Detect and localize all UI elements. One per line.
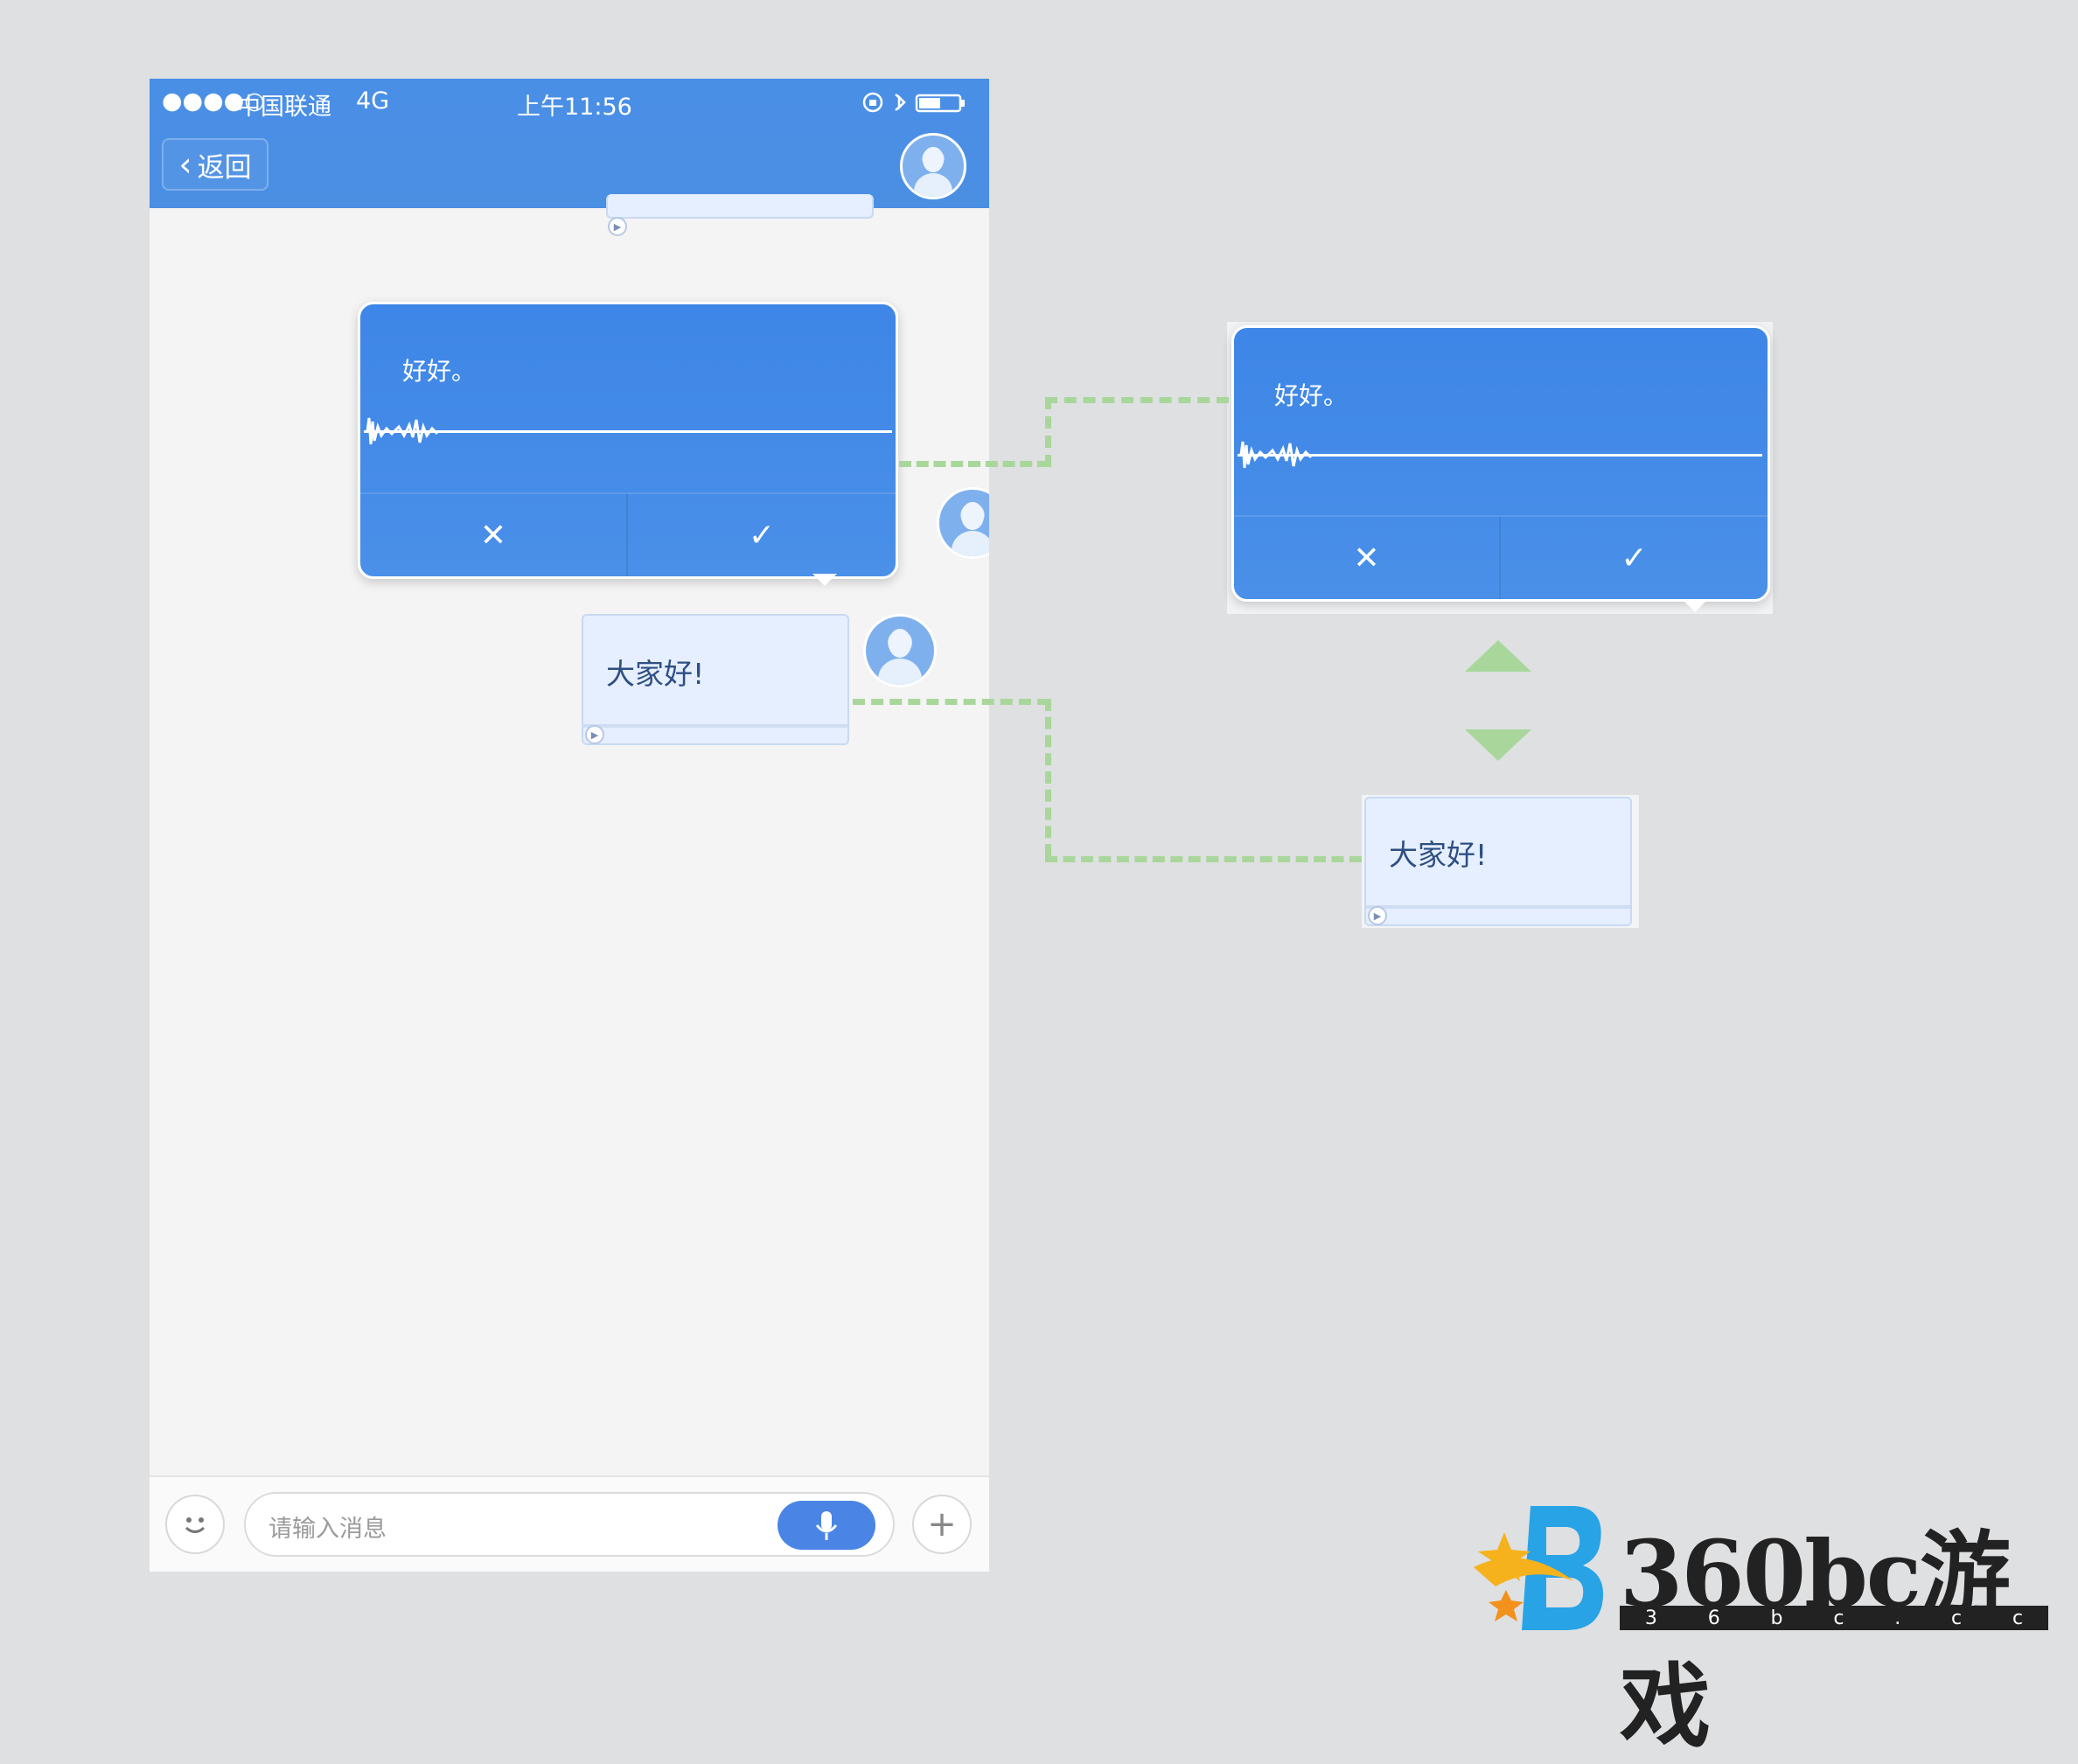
arrow-up-icon [1465,640,1531,672]
connector-line [899,461,1049,467]
confirm-button[interactable]: ✓ [628,494,896,576]
sender-avatar[interactable] [937,487,989,559]
voice-progress-bar [583,724,847,728]
connector-line [853,699,1049,705]
cancel-button[interactable]: ✕ [1234,517,1499,599]
play-icon[interactable]: ▶ [585,725,604,744]
message-bubble[interactable]: 大家好! ▶ [582,614,849,745]
battery-icon [915,94,965,113]
arrow-down-icon [1465,729,1531,761]
avatar-head-shape [923,146,944,172]
play-icon[interactable]: ▶ [608,217,627,236]
enlarged-voice-popover: 好好。 ✕ ✓ [1231,325,1770,602]
message-input[interactable]: 请输入消息 [244,1492,895,1557]
connector-line [1045,397,1229,403]
message-input-placeholder: 请输入消息 [268,1516,387,1543]
connector-line [1045,856,1362,862]
sender-avatar[interactable] [863,614,937,687]
rotation-lock-icon [862,92,883,113]
logo-wordmark: 360bc游戏 [1620,1520,2011,1760]
logo-subtitle: 3 6 b c . c c [1620,1606,2048,1630]
confirm-button[interactable]: ✓ [1501,517,1768,599]
audio-waveform [364,417,892,445]
logo-mark-icon [1474,1506,1604,1630]
cancel-button[interactable]: ✕ [360,494,626,576]
back-label: 返回 [197,151,252,184]
audio-waveform [1238,441,1762,469]
network-type: 4G [356,87,390,115]
header-bar: ●●●●○ 中国联通 4G 上午11:56 ‹ 返回 [150,79,989,208]
message-text: 大家好! [606,657,705,691]
recognized-text: 好好。 [402,357,477,386]
message-text: 大家好! [1389,838,1488,872]
connector-line [1045,699,1051,856]
logo-sub-char: c [2012,1607,2024,1629]
avatar-head-shape [961,501,984,530]
enlarged-message-bubble: 大家好! ▶ [1364,797,1632,926]
popover-pointer [812,574,837,586]
avatar-body-shape [951,531,989,556]
avatar-body-shape [878,659,922,685]
play-icon: ▶ [1368,906,1387,925]
status-icons [862,92,965,113]
logo-sub-char: . [1894,1607,1901,1629]
recognized-text: 好好。 [1274,381,1349,410]
status-time: 上午11:56 [517,94,632,121]
emoji-button[interactable] [165,1495,225,1554]
logo-sub-char: b [1770,1607,1783,1629]
logo-sub-char: 3 [1644,1607,1657,1629]
voice-recognition-popover: 好好。 ✕ ✓ [358,302,898,579]
phone-screen: ●●●●○ 中国联通 4G 上午11:56 ‹ 返回 ▶ 好好。 ✕ ✓ 大家好… [150,79,989,1572]
previous-message-bubble[interactable] [606,194,874,219]
smiley-icon [185,1517,206,1533]
back-button[interactable]: ‹ 返回 [162,138,268,191]
logo-sub-char: c [1833,1607,1844,1629]
carrier-name: 中国联通 [237,94,331,121]
chevron-left-icon: ‹ [178,145,192,184]
voice-input-button[interactable] [778,1501,875,1550]
avatar-head-shape [888,629,912,658]
logo-sub-char: c [1951,1607,1963,1629]
input-bar: 请输入消息 + [150,1475,989,1572]
add-button[interactable]: + [912,1495,972,1554]
avatar-body-shape [913,173,953,197]
connector-line [1045,397,1051,467]
voice-progress-bar [1366,905,1630,909]
popover-pointer [1683,600,1707,612]
header-avatar[interactable] [900,133,966,199]
bluetooth-icon [895,94,906,111]
logo-sub-char: 6 [1707,1607,1720,1629]
microphone-icon [815,1511,838,1540]
